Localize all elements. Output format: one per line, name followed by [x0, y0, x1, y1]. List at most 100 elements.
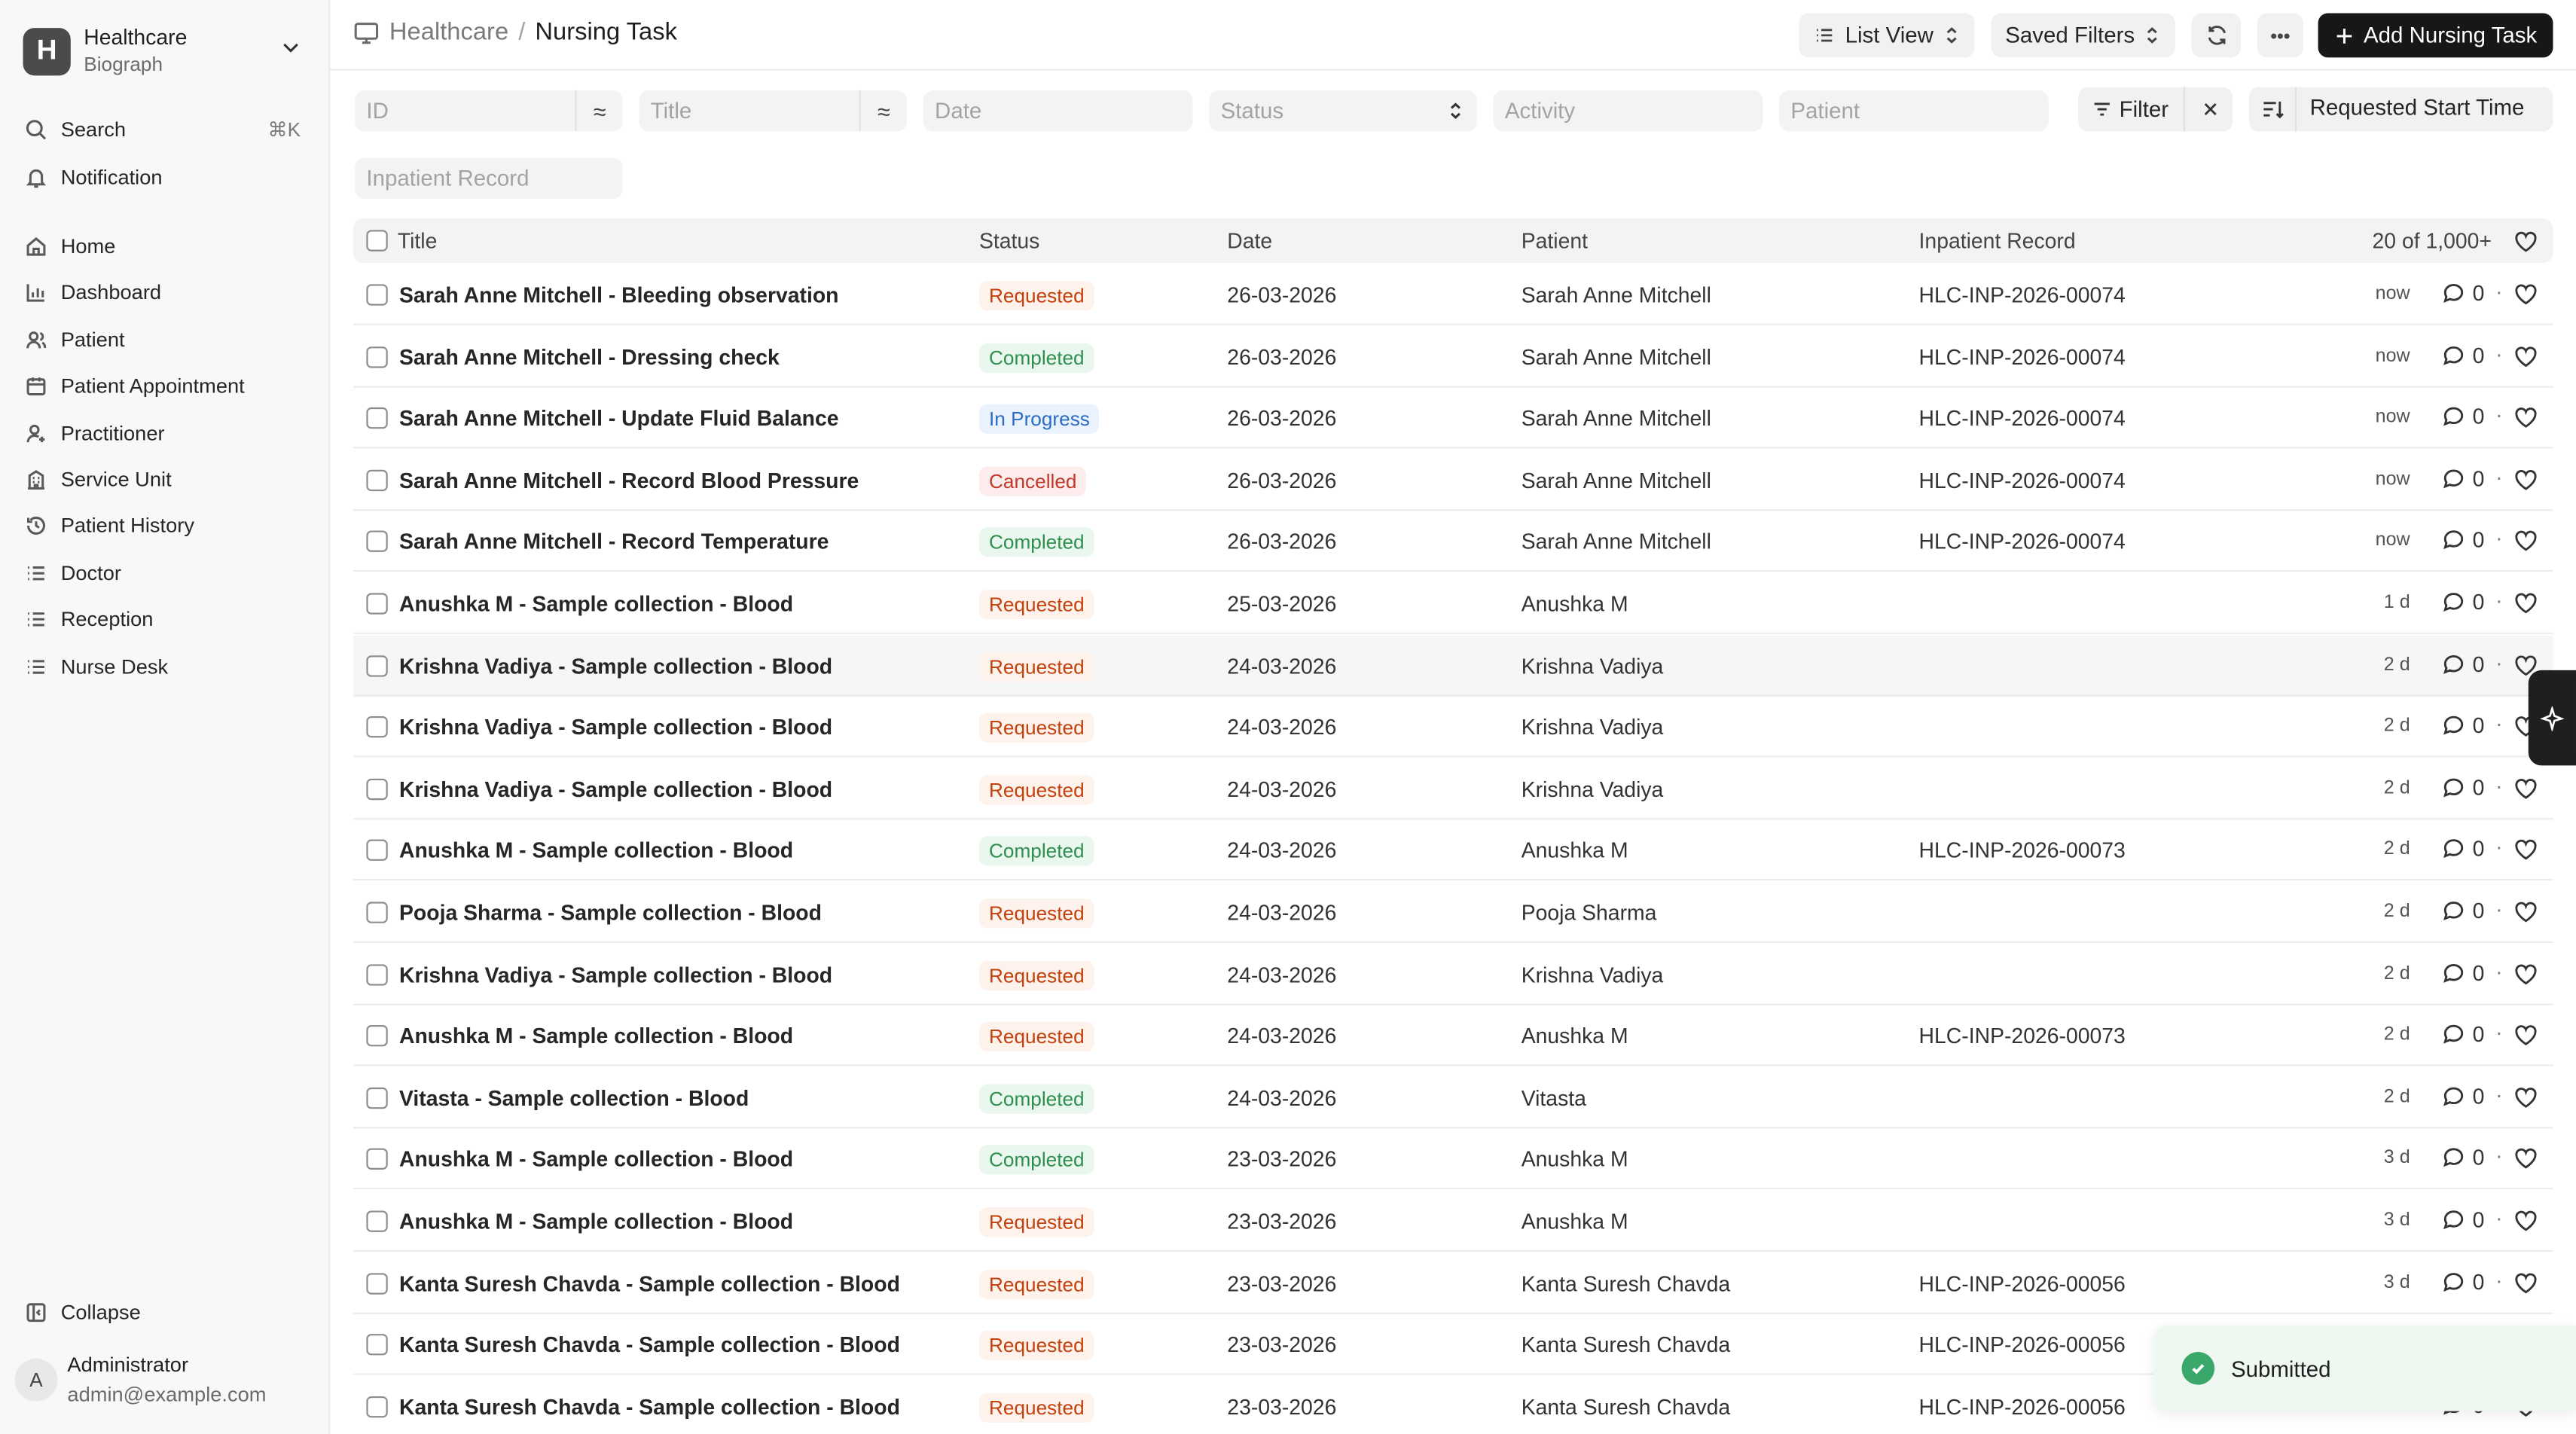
table-row[interactable]: Krishna Vadiya - Sample collection - Blo…	[353, 944, 2553, 1005]
list-view-select[interactable]: List View	[1799, 13, 1975, 58]
refresh-button[interactable]	[2191, 13, 2242, 58]
id-filter-operator[interactable]: ≈	[575, 90, 622, 132]
table-row[interactable]: Anushka M - Sample collection - Blood Req…	[353, 1005, 2553, 1066]
comment-icon[interactable]	[2441, 1269, 2466, 1294]
row-checkbox[interactable]	[366, 840, 388, 862]
heart-icon[interactable]	[2513, 529, 2538, 553]
heart-icon[interactable]	[2513, 230, 2538, 253]
heart-icon[interactable]	[2513, 1085, 2538, 1109]
sidebar-collapse[interactable]: Collapse	[13, 1291, 315, 1334]
table-row[interactable]: Vitasta - Sample collection - Blood Compl…	[353, 1067, 2553, 1128]
ai-assistant-tab[interactable]	[2528, 670, 2576, 766]
table-row[interactable]: Sarah Anne Mitchell - Dressing check Comp…	[353, 326, 2553, 387]
row-title[interactable]: Kanta Suresh Chavda - Sample collection …	[399, 1332, 900, 1357]
saved-filters-select[interactable]: Saved Filters	[1991, 13, 2175, 58]
table-row[interactable]: Sarah Anne Mitchell - Record Blood Press…	[353, 450, 2553, 511]
workspace-switcher[interactable]: H Healthcare Biograph	[23, 23, 310, 79]
column-inpatient-record[interactable]: Inpatient Record	[1919, 228, 2076, 253]
table-row[interactable]: Anushka M - Sample collection - Blood Req…	[353, 1191, 2553, 1252]
more-options-button[interactable]	[2257, 13, 2303, 58]
row-title[interactable]: Krishna Vadiya - Sample collection - Blo…	[399, 776, 832, 801]
row-checkbox[interactable]	[366, 654, 388, 676]
sidebar-item-patient-appointment[interactable]: Patient Appointment	[13, 365, 315, 407]
table-row[interactable]: Anushka M - Sample collection - Blood Com…	[353, 1129, 2553, 1190]
comment-icon[interactable]	[2441, 837, 2466, 862]
sidebar-item-nurse-desk[interactable]: Nurse Desk	[13, 645, 315, 688]
column-patient[interactable]: Patient	[1521, 228, 1588, 253]
heart-icon[interactable]	[2513, 838, 2538, 862]
table-row[interactable]: Kanta Suresh Chavda - Sample collection …	[353, 1252, 2553, 1314]
row-title[interactable]: Anushka M - Sample collection - Blood	[399, 1024, 793, 1048]
filter-button[interactable]: Filter	[2078, 87, 2233, 132]
heart-icon[interactable]	[2513, 591, 2538, 615]
heart-icon[interactable]	[2513, 776, 2538, 800]
patient-filter-input[interactable]: Patient	[1779, 90, 2049, 132]
comment-icon[interactable]	[2441, 466, 2466, 491]
comment-icon[interactable]	[2441, 1084, 2466, 1109]
row-checkbox[interactable]	[366, 1334, 388, 1356]
date-filter-input[interactable]: Date	[923, 90, 1193, 132]
row-title[interactable]: Anushka M - Sample collection - Blood	[399, 591, 793, 616]
table-row[interactable]: Anushka M - Sample collection - Blood Req…	[353, 573, 2553, 634]
title-filter-operator[interactable]: ≈	[859, 90, 907, 132]
status-filter-select[interactable]: Status	[1209, 90, 1477, 132]
comment-icon[interactable]	[2441, 528, 2466, 553]
table-row[interactable]: Krishna Vadiya - Sample collection - Blo…	[353, 697, 2553, 758]
row-checkbox[interactable]	[366, 1087, 388, 1109]
row-title[interactable]: Krishna Vadiya - Sample collection - Blo…	[399, 715, 832, 740]
table-row[interactable]: Krishna Vadiya - Sample collection - Blo…	[353, 635, 2553, 696]
column-status[interactable]: Status	[979, 228, 1039, 253]
comment-icon[interactable]	[2441, 343, 2466, 368]
comment-icon[interactable]	[2441, 1022, 2466, 1047]
heart-icon[interactable]	[2513, 962, 2538, 985]
row-checkbox[interactable]	[366, 716, 388, 738]
row-title[interactable]: Kanta Suresh Chavda - Sample collection …	[399, 1271, 900, 1295]
comment-icon[interactable]	[2441, 590, 2466, 615]
heart-icon[interactable]	[2513, 1271, 2538, 1294]
column-date[interactable]: Date	[1227, 228, 1272, 253]
row-title[interactable]: Anushka M - Sample collection - Blood	[399, 1147, 793, 1172]
row-checkbox[interactable]	[366, 778, 388, 800]
comment-icon[interactable]	[2441, 651, 2466, 676]
row-checkbox[interactable]	[366, 469, 388, 491]
activity-filter-input[interactable]: Activity	[1493, 90, 1763, 132]
comment-icon[interactable]	[2441, 899, 2466, 923]
table-row[interactable]: Sarah Anne Mitchell - Bleeding observati…	[353, 264, 2553, 325]
row-title[interactable]: Sarah Anne Mitchell - Record Temperature	[399, 529, 829, 554]
sidebar-item-home[interactable]: Home	[13, 225, 315, 268]
table-row[interactable]: Sarah Anne Mitchell - Record Temperature…	[353, 511, 2553, 572]
row-checkbox[interactable]	[366, 1149, 388, 1170]
table-row[interactable]: Anushka M - Sample collection - Blood Com…	[353, 820, 2553, 881]
sidebar-notification[interactable]: Notification	[13, 156, 315, 199]
add-nursing-task-button[interactable]: Add Nursing Task	[2318, 13, 2553, 58]
sidebar-item-patient[interactable]: Patient	[13, 319, 315, 362]
comment-icon[interactable]	[2441, 1146, 2466, 1170]
heart-icon[interactable]	[2513, 900, 2538, 923]
row-checkbox[interactable]	[366, 1210, 388, 1232]
sort-descending-icon[interactable]	[2260, 97, 2285, 122]
heart-icon[interactable]	[2513, 282, 2538, 306]
sidebar-item-service-unit[interactable]: Service Unit	[13, 459, 315, 502]
comment-icon[interactable]	[2441, 1207, 2466, 1232]
row-title[interactable]: Krishna Vadiya - Sample collection - Blo…	[399, 653, 832, 678]
heart-icon[interactable]	[2513, 1024, 2538, 1047]
row-title[interactable]: Sarah Anne Mitchell - Dressing check	[399, 344, 780, 369]
sidebar-item-patient-history[interactable]: Patient History	[13, 505, 315, 548]
row-title[interactable]: Anushka M - Sample collection - Blood	[399, 1209, 793, 1234]
row-title[interactable]: Vitasta - Sample collection - Blood	[399, 1085, 749, 1110]
row-checkbox[interactable]	[366, 593, 388, 615]
title-filter-input[interactable]: Title ≈	[639, 90, 907, 132]
heart-icon[interactable]	[2513, 468, 2538, 491]
row-checkbox[interactable]	[366, 531, 388, 553]
inpatient-record-filter-input[interactable]: Inpatient Record	[355, 157, 623, 199]
row-title[interactable]: Anushka M - Sample collection - Blood	[399, 838, 793, 863]
select-all-checkbox[interactable]	[366, 230, 388, 252]
sidebar-item-practitioner[interactable]: Practitioner	[13, 412, 315, 455]
sidebar-item-reception[interactable]: Reception	[13, 598, 315, 641]
heart-icon[interactable]	[2513, 1147, 2538, 1170]
row-checkbox[interactable]	[366, 284, 388, 306]
heart-icon[interactable]	[2513, 344, 2538, 368]
close-icon[interactable]	[2202, 100, 2220, 118]
sort-button[interactable]: Requested Start Time	[2248, 87, 2553, 132]
row-title[interactable]: Kanta Suresh Chavda - Sample collection …	[399, 1394, 900, 1419]
